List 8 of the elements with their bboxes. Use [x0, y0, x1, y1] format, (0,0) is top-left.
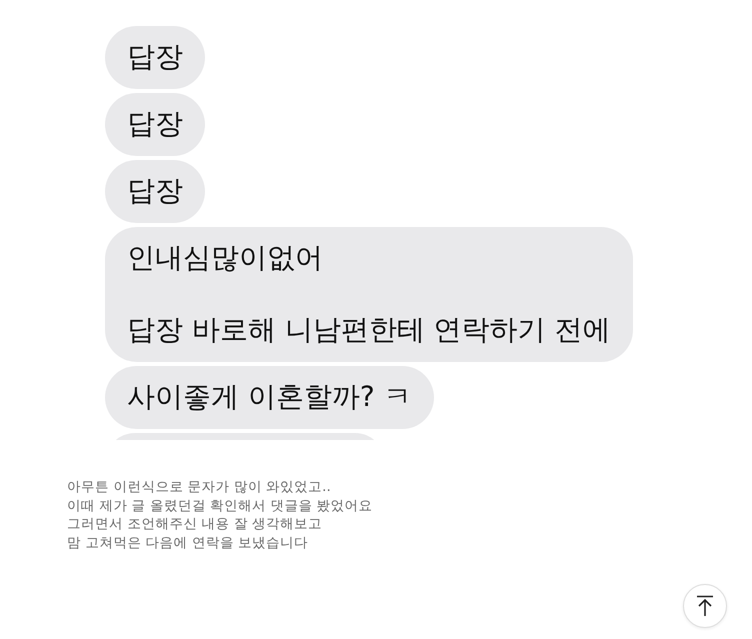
message-bubble: 인내심많이없어 답장 바로해 니남편한테 연락하기 전에 [105, 227, 633, 362]
body-text: 아무튼 이런식으로 문자가 많이 와있었고.. 이때 제가 글 올렸던걸 확인해서 댓글을 봤었어요 그러면서 조언해주신 내용 잘 생각해보고 맘 고쳐먹은 다음에 연락을 보냈습니다 [67, 478, 374, 552]
message-bubble: 답장 [105, 93, 205, 156]
message-bubble: 사이좋게 이혼할까? ㅋ [105, 366, 434, 429]
message-bubble: 답장 [105, 26, 205, 89]
message-bubble: 답장 [105, 160, 205, 223]
arrow-up-icon [696, 595, 714, 617]
scroll-to-top-button[interactable] [683, 584, 727, 628]
